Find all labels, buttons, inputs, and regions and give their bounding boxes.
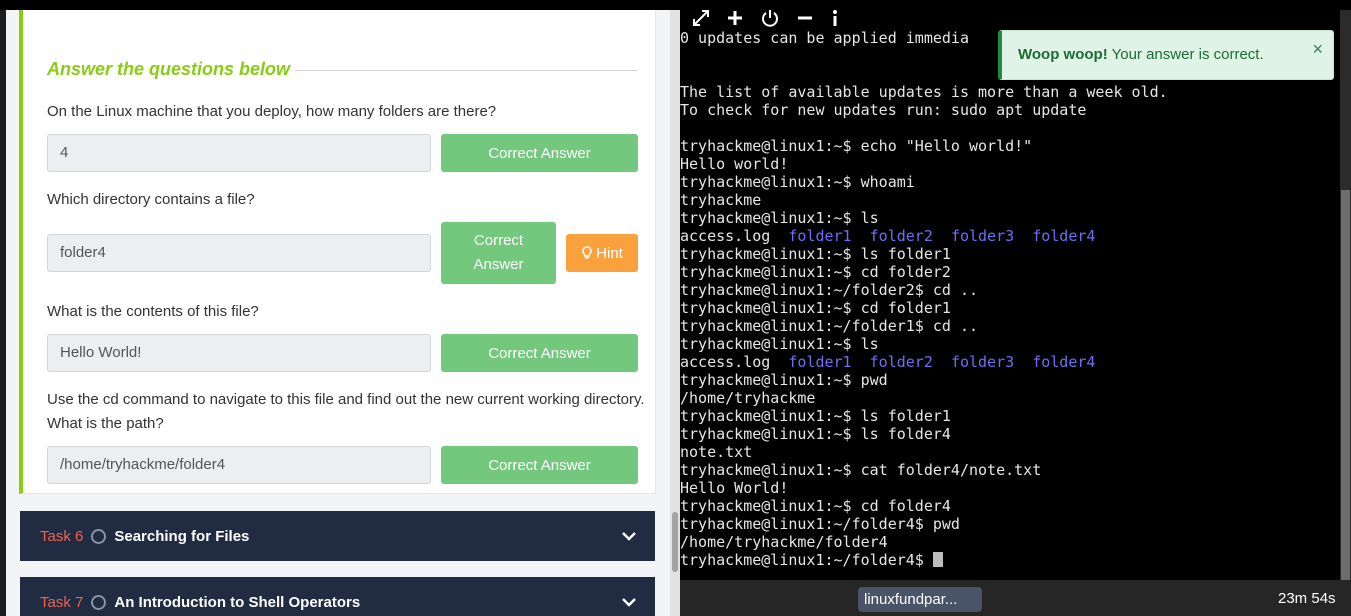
directory-name: folder1	[788, 353, 852, 371]
timer: 23m 54s	[1278, 590, 1336, 607]
terminal-line: tryhackme@linux1:~$ echo "Hello world!"	[680, 137, 1033, 155]
terminal-line: tryhackme@linux1:~/folder4$ pwd	[680, 515, 960, 533]
answer-card: Answer the questions below On the Linux …	[19, 10, 656, 494]
terminal-line: tryhackme@linux1:~$ cd folder2	[680, 263, 951, 281]
terminal-line: /home/tryhackme	[680, 389, 816, 407]
correct-answer-button-4[interactable]: Correct Answer	[441, 446, 638, 484]
terminal-line: tryhackme@linux1:~$ cd folder1	[680, 299, 951, 317]
terminal-line: Hello world!	[680, 155, 789, 173]
terminal-line: tryhackme	[680, 191, 762, 209]
task-title: An Introduction to Shell Operators	[114, 593, 361, 611]
question-2: Which directory contains a file?	[47, 191, 255, 208]
terminal-line: tryhackme@linux1:~$ cat folder4/note.txt	[680, 461, 1042, 479]
correct-answer-button-2[interactable]: Correct Answer	[441, 222, 556, 284]
lightbulb-icon	[582, 246, 592, 259]
info-icon[interactable]	[825, 8, 845, 28]
terminal-line: tryhackme@linux1:~$ ls folder1	[680, 245, 951, 263]
chevron-down-icon[interactable]	[621, 594, 637, 610]
terminal-line: tryhackme@linux1:~/folder1$ cd ..	[680, 317, 979, 335]
correct-answer-button-1[interactable]: Correct Answer	[441, 134, 638, 172]
directory-name: folder3	[950, 353, 1015, 371]
section-title: Answer the questions below	[47, 59, 291, 79]
terminal-line: tryhackme@linux1:~$ pwd	[680, 371, 888, 389]
task-6-header[interactable]: Task 6 Searching for Files	[20, 511, 655, 561]
chevron-down-icon[interactable]	[621, 528, 637, 544]
minus-icon[interactable]	[795, 8, 815, 28]
task-number: Task 6	[40, 527, 84, 545]
hint-label: Hint	[596, 244, 623, 262]
directory-name: folder2	[869, 353, 933, 371]
file-name: access.log	[680, 227, 771, 245]
terminal-line: tryhackme@linux1:~$ ls	[680, 335, 879, 353]
directory-name: folder4	[1032, 227, 1096, 245]
directory-name: folder3	[950, 227, 1015, 245]
terminal[interactable]: 0 updates can be applied immedia The list…	[680, 10, 1340, 580]
top-strip	[0, 0, 1351, 10]
close-icon[interactable]: ×	[1312, 31, 1323, 67]
task-number: Task 7	[40, 593, 84, 611]
answer-field-4[interactable]: /home/tryhackme/folder4	[47, 446, 431, 484]
terminal-line: tryhackme@linux1:~$ cd folder4	[680, 497, 951, 515]
status-circle-icon	[91, 528, 107, 544]
task-title: Searching for Files	[114, 527, 250, 545]
terminal-line: The list of available updates is more th…	[680, 83, 1168, 101]
terminal-line: note.txt	[680, 443, 753, 461]
page-scrollbar-thumb[interactable]	[672, 512, 678, 572]
terminal-line: tryhackme@linux1:~$ ls folder1	[680, 407, 951, 425]
power-icon[interactable]	[760, 8, 780, 28]
toast-message: Your answer is correct.	[1111, 46, 1264, 63]
question-4: Use the cd command to navigate to this f…	[47, 391, 645, 432]
task-content-panel: Answer the questions below On the Linux …	[6, 10, 670, 616]
toast-strong: Woop woop!	[1018, 46, 1108, 63]
divider	[295, 70, 637, 71]
status-circle-icon	[91, 594, 107, 610]
terminal-line: /home/tryhackme/folder4	[680, 533, 888, 551]
button-line: Correct	[473, 232, 524, 249]
terminal-cursor	[932, 552, 943, 567]
terminal-line: Hello World!	[680, 479, 789, 497]
directory-name: folder2	[869, 227, 933, 245]
terminal-line: tryhackme@linux1:~$ ls	[680, 209, 879, 227]
terminal-line: access.log folder1 folder2 folder3 folde…	[680, 353, 1168, 371]
answer-field-3[interactable]: Hello World!	[47, 334, 431, 372]
file-name: access.log	[680, 353, 771, 371]
hint-button[interactable]: Hint	[566, 234, 638, 272]
terminal-line: access.log folder1 folder2 folder3 folde…	[680, 227, 1168, 245]
answer-field-2[interactable]: folder4	[47, 234, 431, 272]
button-line: Answer	[473, 256, 524, 273]
terminal-line: tryhackme@linux1:~/folder2$ cd ..	[680, 281, 979, 299]
machine-toolbar	[680, 580, 1351, 616]
terminal-output: 0 updates can be applied immedia The list…	[680, 29, 1168, 569]
success-toast: Woop woop! Your answer is correct. ×	[998, 30, 1334, 80]
terminal-line: tryhackme@linux1:~$ whoami	[680, 173, 915, 191]
question-3: What is the contents of this file?	[47, 303, 259, 320]
task-7-header[interactable]: Task 7 An Introduction to Shell Operator…	[20, 577, 655, 616]
expand-icon[interactable]	[691, 8, 711, 28]
answer-field-1[interactable]: 4	[47, 134, 431, 172]
directory-name: folder4	[1032, 353, 1096, 371]
terminal-line: tryhackme@linux1:~$ ls folder4	[680, 425, 951, 443]
terminal-line: To check for new updates run: sudo apt u…	[680, 101, 1087, 119]
terminal-prompt-line[interactable]: tryhackme@linux1:~/folder4$	[680, 551, 1168, 569]
plus-icon[interactable]	[725, 8, 745, 28]
terminal-scrollbar-thumb[interactable]	[1341, 190, 1350, 580]
directory-name: folder1	[788, 227, 852, 245]
machine-tab[interactable]: linuxfundpar...	[858, 587, 982, 612]
question-1: On the Linux machine that you deploy, ho…	[47, 103, 497, 120]
correct-answer-button-3[interactable]: Correct Answer	[441, 334, 638, 372]
